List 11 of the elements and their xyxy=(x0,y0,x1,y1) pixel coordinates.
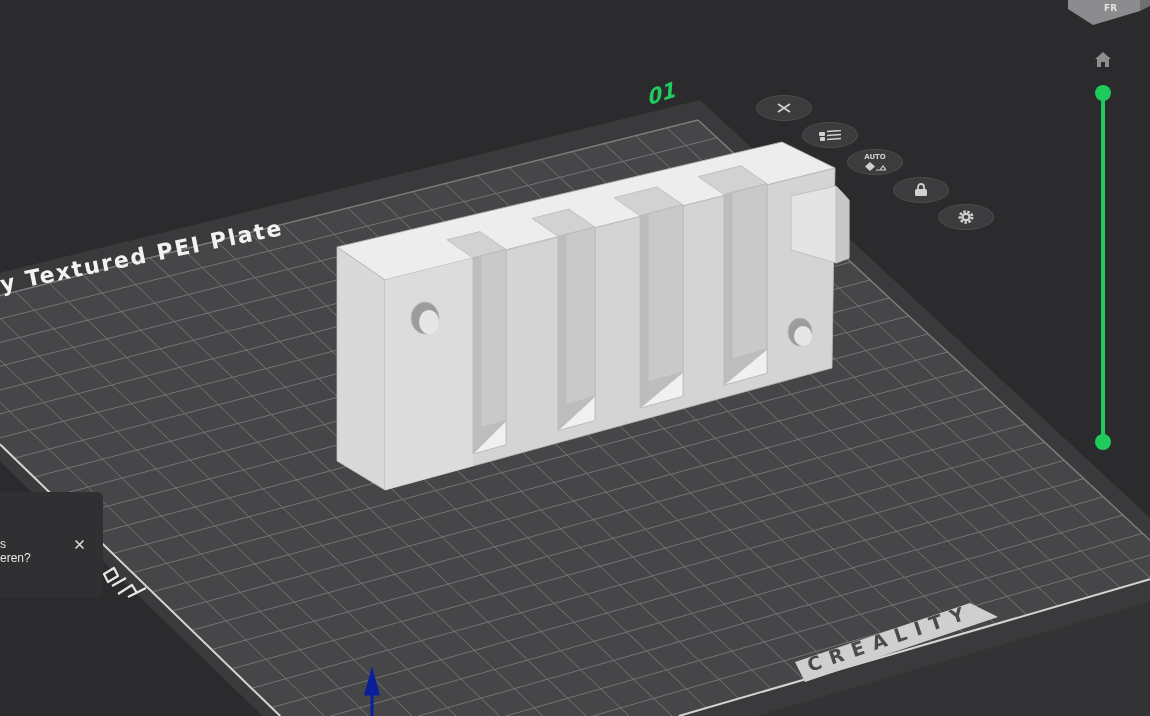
settings-icon xyxy=(958,209,974,224)
z-axis-arrow xyxy=(364,666,380,716)
list-icon xyxy=(818,129,841,141)
close-icon[interactable] xyxy=(75,540,84,549)
arrange-icon xyxy=(864,161,886,171)
close-icon xyxy=(776,103,792,113)
lock-icon xyxy=(913,183,928,197)
notification-message: s eren? xyxy=(0,537,32,565)
plate-number-label: 01 xyxy=(647,75,678,111)
home-icon[interactable] xyxy=(1094,51,1112,67)
corner-mark-icon xyxy=(102,566,148,599)
